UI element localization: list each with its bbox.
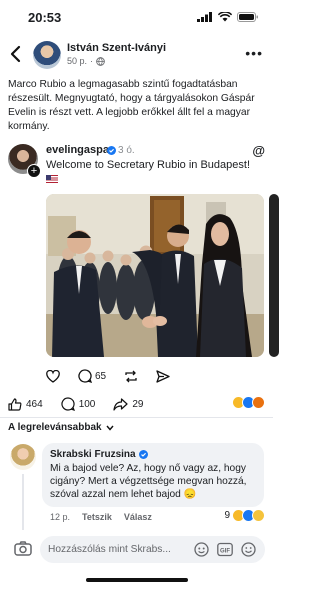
home-indicator[interactable] <box>86 578 188 582</box>
comment-input[interactable]: Hozzászólás mint Skrabs... GIF <box>40 536 265 563</box>
svg-text:GIF: GIF <box>220 548 230 554</box>
gif-icon[interactable]: GIF <box>217 542 233 557</box>
comment-reaction-count: 9 <box>224 510 230 521</box>
comment-bubble-icon <box>78 369 92 383</box>
send-icon <box>156 369 170 383</box>
status-bar: 20:53 <box>0 0 273 34</box>
comment-text: Mi a bajod vele? Az, hogy nő vagy az, ho… <box>50 463 247 500</box>
post-stats: 464 100 29 <box>8 394 266 414</box>
comment-placeholder: Hozzászólás mint Skrabs... <box>48 544 171 555</box>
thread-line <box>22 474 24 530</box>
angry-reaction-icon <box>252 396 265 409</box>
post-header: István Szent-Iványi 50 p. · ••• <box>0 36 273 72</box>
commenter-name[interactable]: Skrabski Fruzsina <box>50 449 136 460</box>
comment-count: 100 <box>78 398 96 410</box>
comment-reactions[interactable]: 9 <box>224 509 265 522</box>
embed-handle[interactable]: evelingaspar <box>46 144 113 156</box>
share-arrow-icon <box>113 397 128 411</box>
comment-meta: 12 p. Tetszik Válasz <box>50 512 152 522</box>
author-avatar[interactable] <box>33 41 61 69</box>
avatar-sticker-icon[interactable] <box>194 542 209 557</box>
comment-icon <box>61 397 75 411</box>
embed-share[interactable] <box>156 369 170 383</box>
embed-like[interactable] <box>46 369 60 383</box>
reaction-emojis[interactable] <box>232 396 265 409</box>
comment-input-bar: Hozzászólás mint Skrabs... GIF <box>0 532 273 566</box>
commenter-avatar[interactable] <box>10 444 36 470</box>
share-stat[interactable]: 29 <box>113 397 144 411</box>
globe-icon <box>96 56 105 66</box>
heart-icon <box>46 369 60 383</box>
embed-repost[interactable] <box>124 370 138 383</box>
like-count: 464 <box>26 398 43 410</box>
commenter-name-row: Skrabski Fruzsina <box>50 449 256 460</box>
us-flag-icon <box>46 175 58 184</box>
share-count: 29 <box>132 398 144 410</box>
chevron-down-icon <box>106 425 114 431</box>
photo-illustration <box>46 194 264 357</box>
comment-time: 12 p. <box>50 512 71 522</box>
camera-icon[interactable] <box>14 541 32 556</box>
post-meta: 50 p. · <box>67 56 105 66</box>
status-icons <box>197 12 259 22</box>
comment-stat[interactable]: 100 <box>61 397 96 411</box>
thumbs-up-icon <box>8 397 22 411</box>
author-name[interactable]: István Szent-Iványi <box>67 42 166 54</box>
sort-label: A legrelevánsabbak <box>8 422 102 433</box>
more-options-icon[interactable]: ••• <box>245 45 263 61</box>
comment-like-button[interactable]: Tetszik <box>82 512 112 522</box>
battery-icon <box>237 12 258 22</box>
embed-comment[interactable]: 65 <box>78 369 106 383</box>
post-text: Marco Rubio a legmagasabb szintű fogadta… <box>8 79 255 132</box>
emoji-icon[interactable] <box>241 542 256 557</box>
wifi-icon <box>218 12 232 22</box>
wow-reaction-icon <box>252 509 265 522</box>
divider <box>0 417 273 418</box>
post-timestamp[interactable]: 50 p. <box>67 56 87 66</box>
comment-reply-button[interactable]: Válasz <box>124 512 152 522</box>
comment-sort[interactable]: A legrelevánsabbak <box>8 422 114 433</box>
embed-caption: Welcome to Secretary Rubio in Budapest! <box>46 159 251 171</box>
embed-comment-count: 65 <box>95 370 107 382</box>
repost-icon <box>125 370 137 382</box>
verified-badge-icon <box>138 450 148 459</box>
verified-badge-icon <box>107 146 116 155</box>
next-photo-peek[interactable] <box>269 194 279 357</box>
embed-photo[interactable] <box>46 194 264 357</box>
threads-logo-icon: @ <box>252 143 265 158</box>
comment-bubble[interactable]: Skrabski Fruzsina Mi a bajod vele? Az, h… <box>42 443 264 507</box>
embed-actions: 65 <box>46 366 246 386</box>
signal-icon <box>197 12 212 22</box>
follow-plus-icon[interactable]: + <box>27 164 41 178</box>
like-stat[interactable]: 464 <box>8 397 43 411</box>
embed-time: 3 ó. <box>118 145 135 156</box>
status-time: 20:53 <box>28 10 62 25</box>
embed-text: Welcome to Secretary Rubio in Budapest! <box>46 158 261 186</box>
back-chevron-icon[interactable] <box>8 44 24 64</box>
